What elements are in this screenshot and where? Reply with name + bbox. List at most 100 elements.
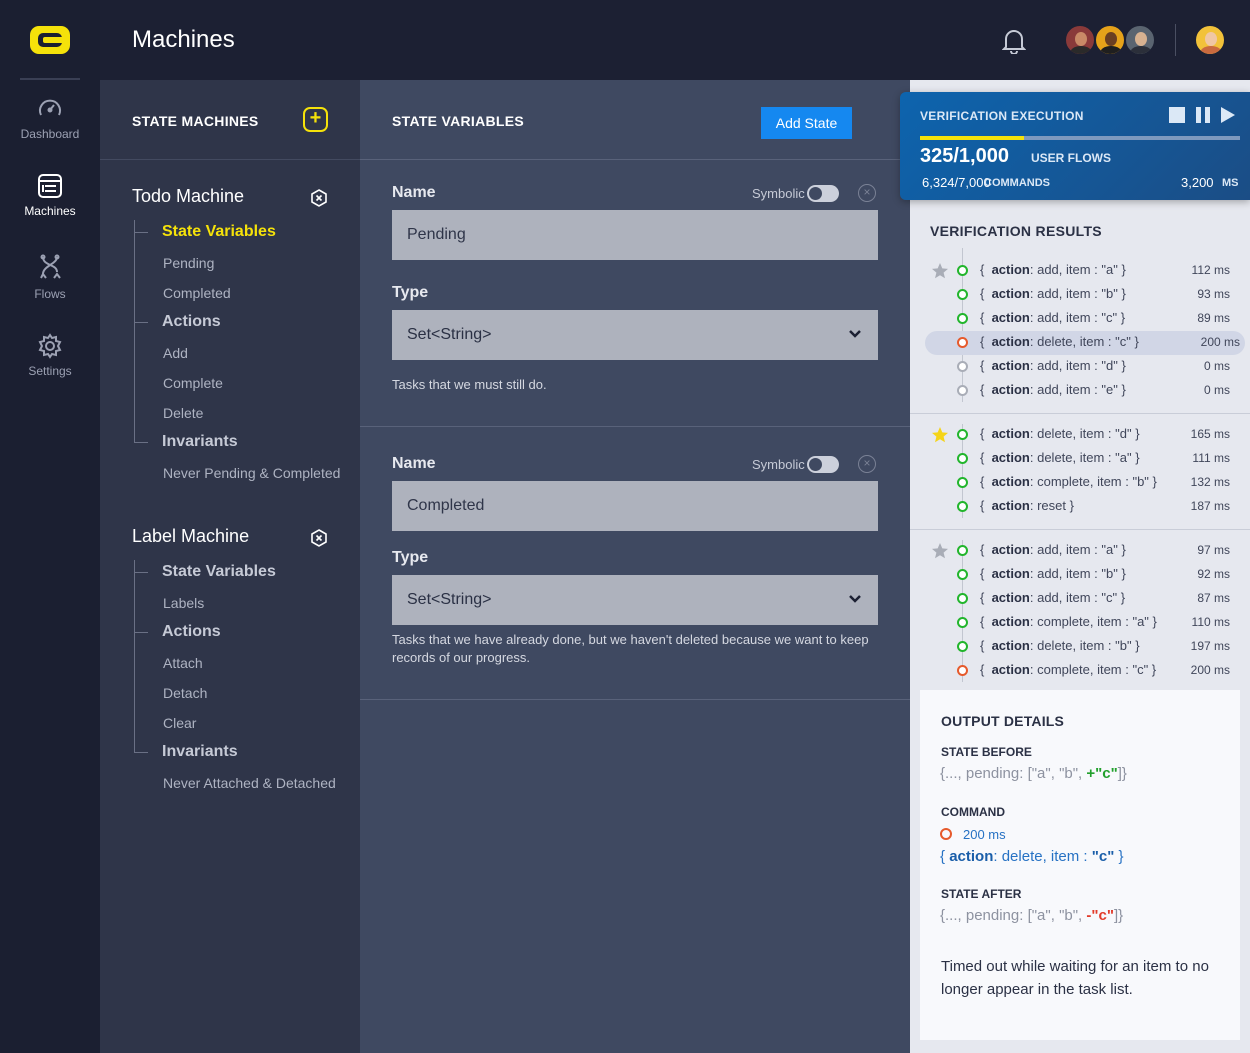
- avatar[interactable]: [1064, 24, 1096, 56]
- tree-invariants[interactable]: Invariants: [162, 743, 238, 761]
- result-command: { action: add, item : "c" }: [980, 590, 1126, 605]
- type-select-value: Set<String>: [407, 326, 492, 343]
- state-machines-title: STATE MACHINES: [132, 113, 259, 129]
- result-ms: 200 ms: [1190, 663, 1230, 677]
- remove-variable-icon[interactable]: ×: [858, 455, 876, 473]
- label-machine-title[interactable]: Label Machine: [132, 526, 249, 547]
- tree-leaf-invariant[interactable]: Never Pending & Completed: [163, 465, 340, 481]
- add-machine-button[interactable]: +: [303, 107, 328, 132]
- icon-rail: Dashboard Machines Flows Settings: [0, 0, 100, 1053]
- status-pass-icon: [957, 453, 968, 464]
- result-row[interactable]: { action: complete, item : "c" } 200 ms: [910, 659, 1250, 683]
- avatar[interactable]: [1094, 24, 1126, 56]
- result-command: { action: add, item : "a" }: [980, 262, 1126, 277]
- tree-leaf-attach[interactable]: Attach: [163, 655, 203, 671]
- result-ms: 0 ms: [1203, 383, 1230, 397]
- result-row[interactable]: { action: complete, item : "a" } 110 ms: [910, 611, 1250, 635]
- result-ms: 197 ms: [1190, 639, 1230, 653]
- symbolic-label: Symbolic: [752, 457, 805, 472]
- result-command: { action: delete, item : "a" }: [980, 450, 1140, 465]
- chevron-down-icon: [849, 595, 861, 603]
- tree-invariants[interactable]: Invariants: [162, 433, 238, 451]
- result-command: { action: add, item : "b" }: [980, 566, 1126, 581]
- nav-machines-label: Machines: [24, 204, 76, 218]
- variable-description: Tasks that we have already done, but we …: [392, 632, 869, 665]
- pause-icon[interactable]: [1195, 107, 1211, 123]
- top-bar: Machines: [100, 0, 1250, 80]
- result-row[interactable]: { action: add, item : "e" } 0 ms: [910, 379, 1250, 403]
- result-row[interactable]: { action: add, item : "b" } 92 ms: [910, 563, 1250, 587]
- tree-leaf-completed[interactable]: Completed: [163, 285, 231, 301]
- result-row[interactable]: { action: add, item : "c" } 87 ms: [910, 587, 1250, 611]
- result-ms: 93 ms: [1197, 287, 1230, 301]
- type-select[interactable]: Set<String>: [392, 575, 878, 625]
- avatar[interactable]: [1124, 24, 1156, 56]
- nav-machines[interactable]: Machines: [0, 173, 100, 218]
- symbolic-toggle[interactable]: [807, 456, 839, 473]
- result-row[interactable]: { action: delete, item : "a" } 111 ms: [910, 447, 1250, 471]
- tree-state-variables[interactable]: State Variables: [162, 223, 276, 241]
- tree-leaf-detach[interactable]: Detach: [163, 685, 207, 701]
- nav-dashboard-label: Dashboard: [20, 127, 80, 141]
- hexagon-close-icon[interactable]: [310, 189, 328, 207]
- tree-leaf-pending[interactable]: Pending: [163, 255, 214, 271]
- remove-variable-icon[interactable]: ×: [858, 184, 876, 202]
- state-variables-panel: STATE VARIABLES Add State Name Symbolic …: [360, 80, 910, 1053]
- result-command: { action: reset }: [980, 498, 1074, 513]
- result-row[interactable]: { action: delete, item : "b" } 197 ms: [910, 635, 1250, 659]
- commands-count: 6,324/7,000: [922, 175, 991, 190]
- tree-leaf-add[interactable]: Add: [163, 345, 188, 361]
- tree-tick: [134, 442, 148, 443]
- nav-dashboard[interactable]: Dashboard: [0, 96, 100, 141]
- stop-icon[interactable]: [1169, 107, 1185, 123]
- result-row[interactable]: { action: add, item : "a" } 112 ms: [910, 259, 1250, 283]
- result-row[interactable]: { action: delete, item : "d" } 165 ms: [910, 423, 1250, 447]
- result-command: { action: add, item : "a" }: [980, 542, 1126, 557]
- result-row[interactable]: { action: add, item : "d" } 0 ms: [910, 355, 1250, 379]
- command-ms: 200 ms: [963, 827, 1006, 842]
- result-command: { action: add, item : "e" }: [980, 382, 1126, 397]
- tree-actions[interactable]: Actions: [162, 313, 221, 331]
- tree-actions[interactable]: Actions: [162, 623, 221, 641]
- variable-name-input[interactable]: Pending: [392, 210, 878, 260]
- todo-machine-title[interactable]: Todo Machine: [132, 186, 244, 207]
- nav-flows[interactable]: Flows: [0, 254, 100, 301]
- tree-leaf-invariant[interactable]: Never Attached & Detached: [163, 775, 336, 791]
- execution-progress-fill: [920, 136, 1024, 140]
- result-command: { action: add, item : "d" }: [980, 358, 1126, 373]
- app-logo[interactable]: [30, 26, 70, 54]
- symbolic-toggle[interactable]: [807, 185, 839, 202]
- hexagon-close-icon[interactable]: [310, 529, 328, 547]
- result-row[interactable]: { action: add, item : "a" } 97 ms: [910, 539, 1250, 563]
- result-row[interactable]: { action: complete, item : "b" } 132 ms: [910, 471, 1250, 495]
- tree-leaf-complete[interactable]: Complete: [163, 375, 223, 391]
- state-machines-panel: STATE MACHINES + Todo Machine State Vari…: [100, 80, 360, 1053]
- tree-leaf-clear[interactable]: Clear: [163, 715, 196, 731]
- add-state-button[interactable]: Add State: [761, 107, 852, 139]
- result-row[interactable]: { action: add, item : "b" } 93 ms: [910, 283, 1250, 307]
- tree-tick: [134, 632, 148, 633]
- gear-icon: [38, 333, 62, 359]
- tree-state-variables[interactable]: State Variables: [162, 563, 276, 581]
- type-select[interactable]: Set<String>: [392, 310, 878, 360]
- command-value: { action: delete, item : "c" }: [940, 848, 1124, 865]
- user-avatar[interactable]: [1194, 24, 1226, 56]
- verification-results-title: VERIFICATION RESULTS: [930, 223, 1102, 239]
- bell-icon[interactable]: [1002, 28, 1026, 54]
- variable-name-input[interactable]: Completed: [392, 481, 878, 531]
- result-row[interactable]: { action: add, item : "c" } 89 ms: [910, 307, 1250, 331]
- result-ms: 111 ms: [1192, 451, 1230, 465]
- result-row[interactable]: { action: reset } 187 ms: [910, 495, 1250, 519]
- result-row-selected[interactable]: { action: delete, item : "c" } 200 ms: [925, 331, 1245, 355]
- type-label: Type: [392, 549, 429, 566]
- tree-leaf-labels[interactable]: Labels: [163, 595, 204, 611]
- nav-settings[interactable]: Settings: [0, 333, 100, 378]
- result-ms: 132 ms: [1190, 475, 1230, 489]
- status-pass-icon: [957, 429, 968, 440]
- status-pass-icon: [957, 313, 968, 324]
- tree-leaf-delete[interactable]: Delete: [163, 405, 203, 421]
- play-icon[interactable]: [1220, 107, 1236, 123]
- status-fail-icon: [957, 337, 968, 348]
- result-ms: 165 ms: [1190, 427, 1230, 441]
- tree-tick: [134, 752, 148, 753]
